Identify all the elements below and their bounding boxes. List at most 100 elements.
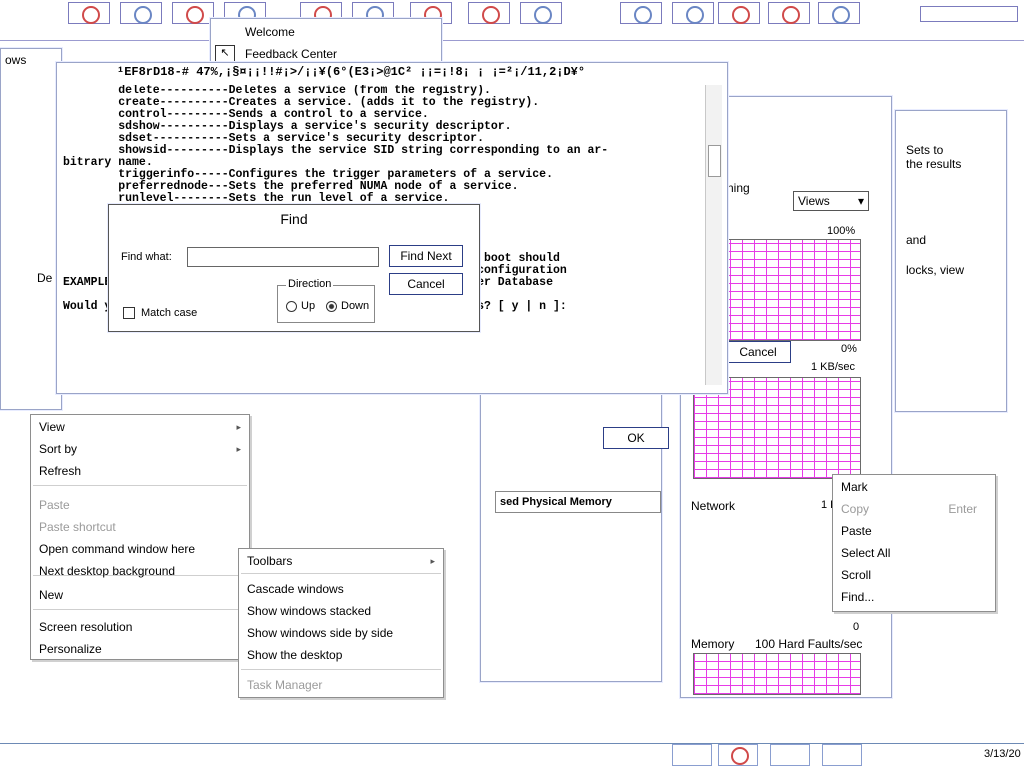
menu-item-label: Show the desktop: [247, 648, 343, 662]
graph-min-label: 0%: [841, 343, 857, 355]
find-what-input[interactable]: [187, 247, 379, 267]
app-icon: [82, 6, 100, 24]
taskbar-menu-item[interactable]: Show windows stacked: [239, 601, 443, 621]
network-min-label: 0: [853, 621, 860, 633]
memory-legend-item: sed Physical Memory: [495, 491, 661, 513]
down-label: Down: [341, 300, 370, 312]
find-next-button[interactable]: Find Next: [389, 245, 463, 267]
app-icon: [134, 6, 152, 24]
desktop-menu-item[interactable]: Paste: [31, 495, 249, 515]
app-tile[interactable]: [120, 2, 162, 24]
match-case-checkbox[interactable]: Match case: [123, 307, 198, 320]
bg-text-1: ning: [727, 181, 750, 195]
taskbar-menu-item[interactable]: Cascade windows: [239, 579, 443, 599]
desktop-context-menu: View ▸ Sort by ▸ Refresh Paste Paste shortcut O…: [30, 414, 250, 660]
app-tile[interactable]: [468, 2, 510, 24]
menu-item-label: Personalize: [39, 642, 102, 656]
desktop-menu-item[interactable]: Screen resolution: [31, 617, 249, 637]
edit-menu-item[interactable]: Scroll: [833, 565, 995, 585]
devices-label: De: [37, 271, 53, 285]
find-cancel-button[interactable]: Cancel: [389, 273, 463, 295]
scroll-thumb[interactable]: [708, 145, 721, 177]
bg-ok-button[interactable]: OK: [603, 427, 669, 449]
taskbar-context-menu: Toolbars ▸ Cascade windows Show windows sta…: [238, 548, 444, 698]
desktop-menu-item[interactable]: Personalize: [31, 639, 249, 659]
menu-item-label: Paste: [39, 498, 70, 512]
up-label: Up: [301, 300, 316, 312]
down-radio[interactable]: Down: [322, 300, 369, 312]
search-box[interactable]: [920, 6, 1018, 22]
taskbar-menu-item[interactable]: Show the desktop: [239, 645, 443, 665]
clock: 3/13/20: [984, 748, 1021, 760]
edit-menu-item[interactable]: Mark: [833, 477, 995, 497]
edit-menu-item[interactable]: Paste: [833, 521, 995, 541]
menu-separator: [241, 573, 441, 574]
app-tile[interactable]: [768, 2, 810, 24]
match-case-label: Match case: [141, 307, 198, 319]
edit-menu-item[interactable]: Copy Enter: [833, 499, 995, 519]
views-dropdown[interactable]: Views ▾: [793, 191, 869, 211]
network-icon[interactable]: [770, 744, 810, 766]
menu-separator: [241, 669, 441, 670]
menu-item-label: Cascade windows: [247, 582, 344, 596]
menu-item-label: Sort by: [39, 442, 78, 456]
menu-item-label: Task Manager: [247, 678, 323, 692]
desktop-menu-item[interactable]: Paste shortcut: [31, 517, 249, 537]
menu-item-label: Scroll: [841, 568, 872, 582]
explorer-window: ows De: [0, 48, 62, 410]
console-scrollbar[interactable]: [705, 85, 722, 385]
help-text-3: and: [906, 233, 927, 247]
edit-menu-item[interactable]: Find...: [833, 587, 995, 607]
help-text-4: locks, view: [906, 263, 965, 277]
menu-item-label: Open command window here: [39, 542, 196, 556]
start-icon[interactable]: [672, 744, 712, 766]
radio-selected-icon: [326, 300, 337, 312]
menu-item-label: Refresh: [39, 464, 82, 478]
app-tile[interactable]: [68, 2, 110, 24]
popup-item-welcome[interactable]: Welcome: [245, 25, 295, 39]
folder-icon[interactable]: [822, 744, 862, 766]
app-tile[interactable]: [672, 2, 714, 24]
popup-item-feedback[interactable]: Feedback Center: [245, 47, 337, 61]
menu-item-label: Mark: [841, 480, 868, 494]
desktop-menu-item[interactable]: Next desktop background: [31, 561, 249, 581]
checkbox-icon: [123, 307, 135, 320]
direction-group: Direction Up Down: [277, 278, 375, 323]
browser-logo-icon: [731, 747, 749, 765]
desktop-menu-item[interactable]: View ▸: [31, 417, 249, 437]
edit-menu-item[interactable]: Select All: [833, 543, 995, 563]
network-label: Network: [691, 499, 736, 513]
taskbar-menu-item[interactable]: Toolbars ▸: [239, 551, 443, 571]
shortcut-label: Enter: [948, 502, 977, 516]
back-arrow-icon[interactable]: ↖: [215, 45, 235, 63]
app-icon: [634, 6, 652, 24]
app-tile[interactable]: [718, 2, 760, 24]
help-text-2: the results: [906, 157, 962, 171]
console-title: ¹EF8rD18-# 47%,¡§¤¡¡!!#¡>/¡¡¥(6°(E3¡>@1C…: [117, 65, 586, 79]
taskbar-menu-item[interactable]: Show windows side by side: [239, 623, 443, 643]
app-icon: [482, 6, 500, 24]
menu-item-label: Paste: [841, 524, 872, 538]
desktop-menu-item[interactable]: New: [31, 585, 249, 605]
taskbar: 3/13/20: [0, 743, 1024, 768]
find-what-label: Find what:: [121, 251, 172, 263]
menu-item-label: View: [39, 420, 65, 434]
menu-item-label: Screen resolution: [39, 620, 133, 634]
app-tile[interactable]: [172, 2, 214, 24]
direction-label: Direction: [286, 278, 334, 290]
desktop-menu-item[interactable]: Sort by ▸: [31, 439, 249, 459]
desktop-menu-item[interactable]: Refresh: [31, 461, 249, 481]
find-dialog: Find Find what: Find Next Cancel Directi…: [108, 204, 480, 332]
app-tile[interactable]: [818, 2, 860, 24]
up-radio[interactable]: Up: [282, 300, 315, 312]
top-toolbar: [0, 0, 1024, 41]
memory-graph: [693, 653, 861, 695]
taskbar-menu-item[interactable]: Task Manager: [239, 675, 443, 695]
browser-icon[interactable]: [718, 744, 758, 766]
desktop-menu-item[interactable]: Open command window here: [31, 539, 249, 559]
app-tile[interactable]: [620, 2, 662, 24]
app-tile[interactable]: [520, 2, 562, 24]
console-line: showsid---------Displays the service SID…: [63, 144, 609, 157]
bg-cancel-button[interactable]: Cancel: [725, 341, 791, 363]
help-text-1: Sets to: [906, 143, 944, 157]
